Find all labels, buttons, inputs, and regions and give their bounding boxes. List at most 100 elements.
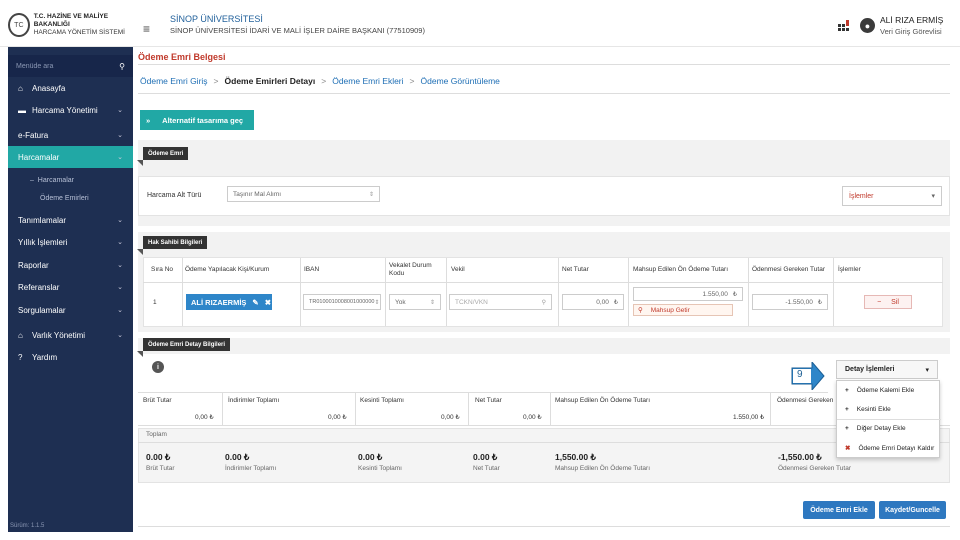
sidebar-item-tanimlamalar[interactable]: Tanımlamalar ⌄: [8, 209, 133, 231]
user-avatar-icon[interactable]: ●: [860, 18, 875, 33]
detay-net-value: 0,00 ₺: [523, 414, 542, 421]
harcama-alt-turu-select[interactable]: Taşınır Mal Alımı ⇕: [227, 186, 380, 202]
chevron-down-icon: ⌄: [117, 332, 123, 339]
total-net-label: Net Tutar: [473, 465, 500, 472]
toplam-panel: [138, 428, 950, 483]
chevron-right-icon: >: [409, 76, 415, 86]
net-tutar-input[interactable]: 0,00 ₺: [562, 294, 624, 310]
close-icon[interactable]: ✖: [265, 298, 271, 307]
divider: [138, 64, 950, 65]
total-kesinti-value: 0.00 ₺: [358, 452, 383, 462]
divider: [138, 526, 950, 527]
menu-item-odeme-kalemi-ekle[interactable]: + Ödeme Kalemi Ekle: [845, 387, 914, 394]
sidebar-item-yillik-islemleri[interactable]: Yıllık İşlemleri ⌄: [8, 231, 133, 253]
kaydet-guncelle-button[interactable]: Kaydet/Guncelle: [879, 501, 946, 519]
hamburger-menu-icon[interactable]: ≡: [143, 22, 150, 36]
col-mahsup: Mahsup Edilen Ön Ödeme Tutarı: [633, 266, 729, 273]
islemler-select[interactable]: İşlemler ▾: [842, 186, 942, 206]
ministry-seal-icon: TC: [8, 13, 30, 37]
sil-button[interactable]: − Sil: [864, 295, 912, 309]
col-net-tutar: Net Tutar: [475, 397, 502, 404]
total-odenmesi-value: -1,550.00 ₺: [778, 452, 822, 462]
vekil-search-input[interactable]: TCKN/VKN ⚲: [449, 294, 552, 310]
sidebar-item-yardim[interactable]: ? Yardım: [8, 346, 133, 368]
mahsup-getir-button[interactable]: ⚲ Mahsup Getir: [633, 304, 733, 316]
plus-icon: +: [845, 406, 849, 413]
chevron-right-icon: >: [213, 76, 219, 86]
col-indirimler: İndirimler Toplamı: [228, 397, 280, 404]
sidebar: Menüde ara ⚲ ⌂ Anasayfa ▬ Harcama Yönetimi…: [8, 47, 133, 532]
user-role: Veri Giriş Görevlisi: [880, 27, 942, 36]
table-divider: [468, 393, 469, 425]
odenmesi-gereken-input[interactable]: -1.550,00 ₺: [752, 294, 828, 310]
alternative-design-button[interactable]: » Alternatif tasarıma geç: [140, 110, 254, 130]
vekalet-select[interactable]: Yok ⇕: [389, 294, 441, 310]
menu-item-detay-kaldir[interactable]: ✖ Ödeme Emri Detayı Kaldır: [845, 444, 934, 453]
table-divider: [558, 258, 559, 326]
total-indirim-value: 0.00 ₺: [225, 452, 250, 462]
table-divider: [143, 282, 943, 283]
version-label: Sürüm: 1.1.5: [10, 523, 45, 529]
iban-select[interactable]: TR0100010008001000000 ⇕: [303, 294, 381, 310]
crumb-odeme-emirleri-detayi[interactable]: Ödeme Emirleri Detayı: [225, 76, 316, 86]
section-tag-detay: Ödeme Emri Detay Bilgileri: [136, 338, 231, 357]
menu-item-kesinti-ekle[interactable]: + Kesinti Ekle: [845, 406, 891, 413]
col-vekalet: Vekalet Durum Kodu: [389, 262, 432, 277]
total-mahsup-label: Mahsup Edilen Ön Ödeme Tutarı: [555, 465, 651, 472]
crumb-odeme-emri-ekleri[interactable]: Ödeme Emri Ekleri: [332, 76, 403, 86]
chevron-down-icon: ⌄: [117, 132, 123, 139]
info-icon[interactable]: i: [152, 361, 164, 373]
search-icon[interactable]: ⚲: [542, 299, 546, 306]
col-vekil: Vekil: [451, 266, 465, 273]
step-callout-arrow: [791, 362, 825, 390]
person-chip[interactable]: ALİ RIZAERMİŞ ✎ ✖: [186, 294, 272, 310]
mahsup-input[interactable]: 1.550,00 ₺: [633, 287, 743, 301]
institution-subtitle: SİNOP ÜNİVERSİTESİ İDARİ VE MALİ İŞLER D…: [170, 26, 425, 35]
col-odenmesi-gereken: Ödenmesi Gereken Tutar: [752, 266, 825, 273]
detay-islemleri-dropdown[interactable]: Detay İşlemleri ▾: [836, 360, 938, 379]
search-icon[interactable]: ⚲: [119, 62, 125, 71]
row-sira-no: 1: [153, 299, 157, 306]
col-sira-no: Sıra No: [151, 266, 174, 273]
sidebar-item-referanslar[interactable]: Referanslar ⌄: [8, 276, 133, 298]
menu-item-diger-detay-ekle[interactable]: + Diğer Detay Ekle: [845, 425, 906, 432]
minus-icon: −: [877, 298, 882, 306]
col-iban: IBAN: [304, 266, 320, 273]
user-info[interactable]: ALİ RIZA ERMİŞ Veri Giriş Görevlisi: [880, 15, 943, 37]
chevron-down-icon: ⌄: [117, 217, 123, 224]
toplam-label: Toplam: [146, 431, 167, 438]
total-kesinti-label: Kesinti Toplamı: [358, 465, 402, 472]
col-odenmesi: Ödenmesi Gereken: [777, 397, 834, 404]
logo: TC T.C. HAZİNE VE MALİYE BAKANLIĞI HARCA…: [8, 8, 133, 42]
sidebar-item-varlik-yonetimi[interactable]: ⌂ Varlık Yönetimi ⌄: [8, 324, 133, 346]
chevron-down-icon: ⌄: [117, 262, 123, 269]
sidebar-item-anasayfa[interactable]: ⌂ Anasayfa: [8, 77, 133, 99]
sidebar-item-raporlar[interactable]: Raporlar ⌄: [8, 254, 133, 276]
sidebar-item-sorgulamalar[interactable]: Sorgulamalar ⌄: [8, 299, 133, 321]
sidebar-item-harcama-yonetimi[interactable]: ▬ Harcama Yönetimi ⌄: [8, 99, 133, 121]
university-name: SİNOP ÜNİVERSİTESİ: [170, 14, 263, 24]
plus-icon: +: [845, 425, 849, 432]
sidebar-subitem-odeme-emirleri[interactable]: Ödeme Emirleri: [8, 190, 133, 206]
table-divider: [385, 258, 386, 326]
col-net-tutar: Net Tutar: [562, 266, 589, 273]
caret-down-icon: ▾: [931, 193, 935, 200]
search-input[interactable]: Menüde ara: [16, 63, 53, 70]
crumb-odeme-emri-giris[interactable]: Ödeme Emri Giriş: [140, 76, 208, 86]
select-arrows-icon: ⇕: [429, 299, 435, 306]
edit-icon[interactable]: ✎: [252, 298, 258, 307]
divider: [138, 93, 950, 94]
chevron-down-icon: ⌄: [117, 307, 123, 314]
total-net-value: 0.00 ₺: [473, 452, 498, 462]
odeme-emri-ekle-button[interactable]: Ödeme Emri Ekle: [803, 501, 875, 519]
table-divider: [355, 393, 356, 425]
apps-grid-icon[interactable]: [838, 20, 850, 32]
sidebar-item-e-fatura[interactable]: e-Fatura ⌄: [8, 124, 133, 146]
sidebar-subitem-harcamalar[interactable]: – Harcamalar: [8, 172, 133, 188]
table-divider: [748, 258, 749, 326]
sidebar-item-harcamalar[interactable]: Harcamalar ⌄: [8, 146, 133, 168]
menu-search[interactable]: Menüde ara ⚲: [8, 55, 133, 77]
crumb-odeme-goruntuleme[interactable]: Ödeme Görüntüleme: [421, 76, 500, 86]
table-divider: [550, 393, 551, 425]
table-divider: [300, 258, 301, 326]
